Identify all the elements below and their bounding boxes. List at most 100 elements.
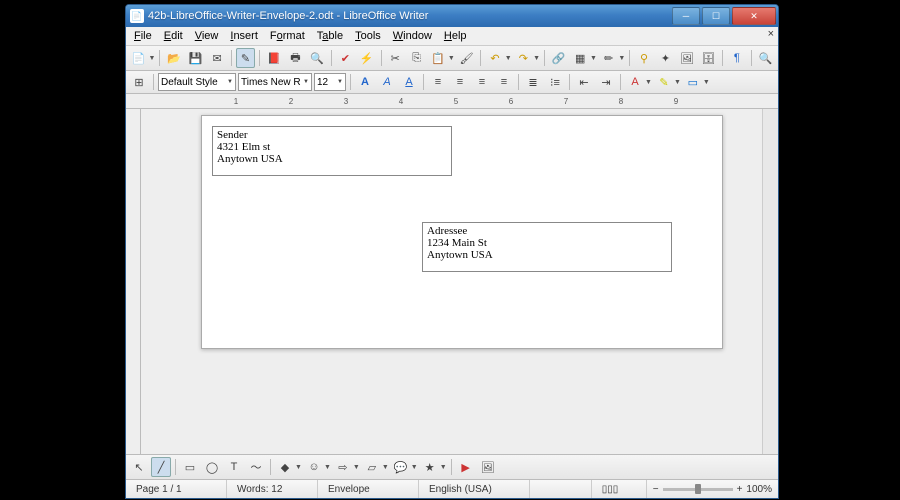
new-icon[interactable]: 📄 xyxy=(129,48,148,68)
menu-view[interactable]: View xyxy=(189,29,225,43)
dropdown-icon[interactable]: ▼ xyxy=(703,79,710,86)
align-right-icon[interactable]: ≡ xyxy=(472,72,492,92)
dropdown-icon[interactable]: ▼ xyxy=(590,55,597,62)
cut-icon[interactable]: ✂ xyxy=(385,48,404,68)
bgcolor-icon[interactable]: ▭ xyxy=(683,72,703,92)
rect-icon[interactable]: ▭ xyxy=(180,457,200,477)
print-icon[interactable]: 🖶 xyxy=(286,48,305,68)
titlebar[interactable]: 📄 42b-LibreOffice-Writer-Envelope-2.odt … xyxy=(126,5,778,27)
autospell-icon[interactable]: ⚡ xyxy=(357,48,376,68)
navigator-icon[interactable]: ✦ xyxy=(656,48,675,68)
font-color-icon[interactable]: A xyxy=(625,72,645,92)
arrow-shapes-icon[interactable]: ⇨ xyxy=(333,457,353,477)
insert-mode-cell[interactable] xyxy=(530,480,592,498)
undo-icon[interactable]: ↶ xyxy=(485,48,504,68)
dropdown-icon[interactable]: ▼ xyxy=(227,79,233,85)
page-style-cell[interactable]: Envelope xyxy=(318,480,419,498)
dropdown-icon[interactable]: ▼ xyxy=(148,55,155,62)
copy-icon[interactable]: ⎘ xyxy=(407,48,426,68)
align-justify-icon[interactable]: ≡ xyxy=(494,72,514,92)
zoom-value[interactable]: 100% xyxy=(746,484,772,495)
dropdown-icon[interactable]: ▼ xyxy=(645,79,652,86)
style-input[interactable] xyxy=(161,77,225,88)
sender-line[interactable]: Sender xyxy=(217,129,447,141)
dropdown-icon[interactable]: ▼ xyxy=(618,55,625,62)
dropdown-icon[interactable]: ▼ xyxy=(440,464,447,471)
edit-mode-icon[interactable]: ✎ xyxy=(236,48,255,68)
zoom-out-icon[interactable]: − xyxy=(653,484,659,495)
document-canvas[interactable]: Sender 4321 Elm st Anytown USA Adressee … xyxy=(141,109,762,454)
zoom-in-icon[interactable]: + xyxy=(737,484,743,495)
redo-icon[interactable]: ↷ xyxy=(514,48,533,68)
spellcheck-icon[interactable]: ✔ xyxy=(336,48,355,68)
gallery-icon[interactable]: 🖼 xyxy=(677,48,696,68)
dropdown-icon[interactable]: ▼ xyxy=(353,464,360,471)
export-pdf-icon[interactable]: 📕 xyxy=(264,48,283,68)
table-icon[interactable]: ▦ xyxy=(571,48,590,68)
dropdown-icon[interactable]: ▼ xyxy=(448,55,455,62)
align-center-icon[interactable]: ≡ xyxy=(450,72,470,92)
language-cell[interactable]: English (USA) xyxy=(419,480,530,498)
font-input[interactable] xyxy=(241,77,301,88)
increase-indent-icon[interactable]: ⇥ xyxy=(596,72,616,92)
numbering-icon[interactable]: ≣ xyxy=(523,72,543,92)
fontwork-icon[interactable]: ▶ xyxy=(456,457,476,477)
text-icon[interactable]: T xyxy=(224,457,244,477)
addressee-line[interactable]: Adressee xyxy=(427,225,667,237)
zoom-slider[interactable] xyxy=(663,488,733,491)
format-paintbrush-icon[interactable]: 🖌 xyxy=(457,48,476,68)
addressee-line[interactable]: Anytown USA xyxy=(427,249,667,261)
sender-line[interactable]: 4321 Elm st xyxy=(217,141,447,153)
zoom-icon[interactable]: 🔍 xyxy=(756,48,775,68)
menu-window[interactable]: Window xyxy=(387,29,438,43)
menu-table[interactable]: Table xyxy=(311,29,349,43)
menu-tools[interactable]: Tools xyxy=(349,29,387,43)
font-size-combo[interactable]: ▼ xyxy=(314,73,346,91)
font-name-combo[interactable]: ▼ xyxy=(238,73,312,91)
bold-icon[interactable]: A xyxy=(355,72,375,92)
data-sources-icon[interactable]: 🗄 xyxy=(699,48,718,68)
dropdown-icon[interactable]: ▼ xyxy=(324,464,331,471)
envelope-page[interactable]: Sender 4321 Elm st Anytown USA Adressee … xyxy=(201,115,723,349)
zoom-thumb[interactable] xyxy=(695,484,701,494)
callout-icon[interactable]: 💬 xyxy=(391,457,411,477)
word-count-cell[interactable]: Words: 12 xyxy=(227,480,318,498)
flowchart-icon[interactable]: ▱ xyxy=(362,457,382,477)
bullets-icon[interactable]: ⁝≡ xyxy=(545,72,565,92)
dropdown-icon[interactable]: ▼ xyxy=(411,464,418,471)
select-icon[interactable]: ↖ xyxy=(129,457,149,477)
size-input[interactable] xyxy=(317,77,335,88)
hyperlink-icon[interactable]: 🔗 xyxy=(549,48,568,68)
nonprinting-icon[interactable]: ¶ xyxy=(727,48,746,68)
email-icon[interactable]: ✉ xyxy=(207,48,226,68)
dropdown-icon[interactable]: ▼ xyxy=(533,55,540,62)
highlight-icon[interactable]: ✎ xyxy=(654,72,674,92)
show-draw-icon[interactable]: ✏ xyxy=(599,48,618,68)
align-left-icon[interactable]: ≡ xyxy=(428,72,448,92)
paste-icon[interactable]: 📋 xyxy=(428,48,447,68)
find-icon[interactable]: ⚲ xyxy=(634,48,653,68)
menu-edit[interactable]: Edit xyxy=(158,29,189,43)
zoom-control[interactable]: − + 100% xyxy=(647,484,778,495)
dropdown-icon[interactable]: ▼ xyxy=(382,464,389,471)
horizontal-ruler[interactable]: 1 2 3 4 5 6 7 8 9 xyxy=(126,94,778,109)
dropdown-icon[interactable]: ▼ xyxy=(295,464,302,471)
menu-format[interactable]: Format xyxy=(264,29,311,43)
print-preview-icon[interactable]: 🔍 xyxy=(307,48,326,68)
view-layout-cell[interactable]: ▯▯▯ xyxy=(592,480,647,498)
dropdown-icon[interactable]: ▼ xyxy=(303,79,309,85)
dropdown-icon[interactable]: ▼ xyxy=(505,55,512,62)
sender-line[interactable]: Anytown USA xyxy=(217,153,447,165)
page-number-cell[interactable]: Page 1 / 1 xyxy=(126,480,227,498)
menu-insert[interactable]: Insert xyxy=(224,29,264,43)
dropdown-icon[interactable]: ▼ xyxy=(337,79,343,85)
vertical-scrollbar[interactable] xyxy=(762,109,778,454)
from-file-icon[interactable]: 🖼 xyxy=(478,457,498,477)
menu-file[interactable]: File xyxy=(128,29,158,43)
vertical-ruler[interactable] xyxy=(126,109,141,454)
stars-icon[interactable]: ★ xyxy=(420,457,440,477)
symbol-shapes-icon[interactable]: ☺ xyxy=(304,457,324,477)
minimize-button[interactable]: ─ xyxy=(672,7,700,25)
menu-help[interactable]: Help xyxy=(438,29,473,43)
ellipse-icon[interactable]: ◯ xyxy=(202,457,222,477)
